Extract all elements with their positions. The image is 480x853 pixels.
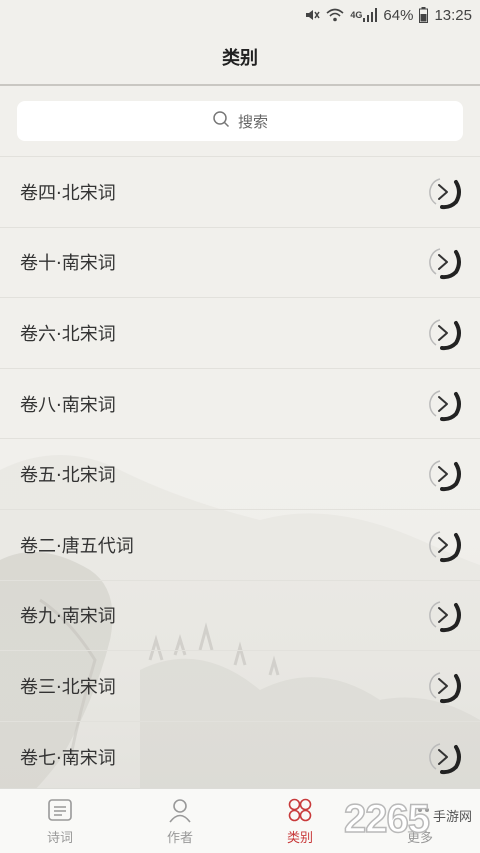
- tab-categories-label: 类别: [286, 830, 313, 846]
- clock: 13:25: [434, 6, 472, 24]
- category-row[interactable]: 卷二·唐五代词: [0, 510, 480, 581]
- brush-chevron-right-icon: [426, 174, 462, 210]
- brush-chevron-right-icon: [426, 386, 462, 422]
- search-bar[interactable]: 搜索: [17, 101, 463, 141]
- tab-authors[interactable]: 作者: [120, 789, 240, 853]
- category-label: 卷五·北宋词: [20, 465, 116, 487]
- brush-chevron-right-icon: [426, 244, 462, 280]
- tab-authors-label: 作者: [166, 830, 193, 846]
- site-watermark: 2265 手游网: [343, 797, 472, 841]
- brush-chevron-right-icon: [426, 739, 462, 775]
- category-row[interactable]: 卷四·北宋词: [0, 157, 480, 228]
- category-row[interactable]: 卷五·北宋词: [0, 439, 480, 510]
- watermark-suffix: 手游网: [432, 810, 472, 825]
- person-icon: [169, 798, 191, 823]
- search-placeholder: 搜索: [237, 112, 268, 131]
- wifi-icon: [326, 7, 344, 23]
- search-icon: [212, 110, 230, 132]
- category-label: 卷二·唐五代词: [20, 535, 134, 557]
- status-bar: 4G 64% 13:25: [0, 0, 480, 30]
- category-label: 卷四·北宋词: [20, 182, 116, 204]
- category-label: 卷六·北宋词: [20, 323, 116, 345]
- category-row[interactable]: 卷九·南宋词: [0, 581, 480, 652]
- brush-chevron-right-icon: [426, 456, 462, 492]
- category-label: 卷三·北宋词: [20, 676, 116, 698]
- category-row[interactable]: 卷十·南宋词: [0, 228, 480, 299]
- category-icon: [288, 798, 312, 821]
- brush-chevron-right-icon: [426, 668, 462, 704]
- watermark-brand: 2265: [343, 797, 430, 841]
- page-header: 类别: [0, 30, 480, 86]
- battery-percent: 64%: [383, 6, 414, 24]
- category-row[interactable]: 卷三·北宋词: [0, 651, 480, 722]
- signal-icon: 4G: [350, 8, 378, 22]
- category-row[interactable]: 卷六·北宋词: [0, 298, 480, 369]
- category-row[interactable]: 卷七·南宋词: [0, 722, 480, 793]
- category-label: 卷十·南宋词: [20, 253, 116, 275]
- tab-categories[interactable]: 类别: [240, 789, 360, 853]
- tab-poems[interactable]: 诗词: [0, 789, 120, 853]
- mute-icon: [304, 7, 321, 23]
- tab-poems-label: 诗词: [46, 830, 73, 846]
- network-type: 4G: [350, 10, 363, 20]
- battery-icon: [419, 7, 429, 23]
- category-label: 卷七·南宋词: [20, 747, 116, 769]
- page-title: 类别: [222, 48, 258, 69]
- brush-chevron-right-icon: [426, 597, 462, 633]
- category-list: 卷四·北宋词 卷十·南宋词 卷六·北宋词 卷八·南宋词 卷五·北宋词 卷二·唐五代词 卷九·…: [0, 156, 480, 793]
- brush-chevron-right-icon: [426, 315, 462, 351]
- category-label: 卷九·南宋词: [20, 606, 116, 628]
- poem-icon: [48, 798, 72, 821]
- category-row[interactable]: 卷八·南宋词: [0, 369, 480, 440]
- category-label: 卷八·南宋词: [20, 394, 116, 416]
- brush-chevron-right-icon: [426, 527, 462, 563]
